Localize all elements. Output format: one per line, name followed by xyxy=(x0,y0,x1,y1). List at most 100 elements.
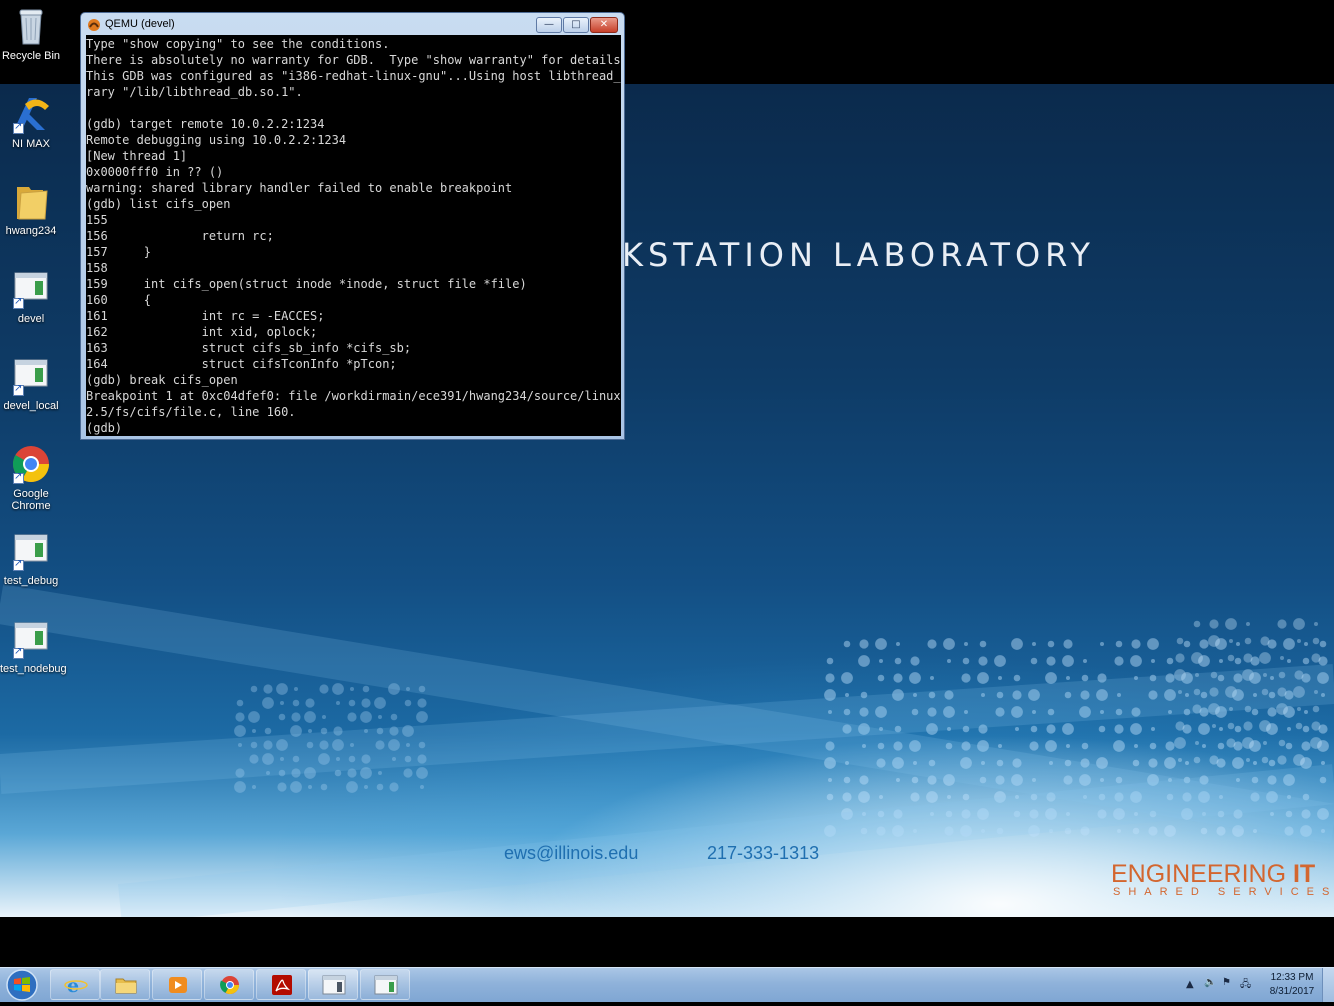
wallpaper-dot xyxy=(1234,657,1242,665)
wallpaper-dot xyxy=(361,698,371,708)
wallpaper-dot xyxy=(1297,707,1301,711)
desktop-icon-ni-max[interactable]: NI MAX xyxy=(0,94,62,150)
desktop-icon-recycle-bin[interactable]: Recycle Bin xyxy=(0,6,62,62)
wallpaper-dot xyxy=(1032,642,1036,646)
desktop-icon-devel[interactable]: devel xyxy=(0,269,62,325)
wallpaper-dot xyxy=(1277,619,1287,629)
wallpaper-dot xyxy=(845,693,849,697)
desktop-icon-google-chrome[interactable]: Google Chrome xyxy=(0,444,62,512)
taskbar-item-qemu-devel[interactable] xyxy=(308,969,358,1000)
wallpaper-dot xyxy=(1083,659,1087,663)
qemu-window[interactable]: QEMU (devel) — □ ✕ Type "show copying" t… xyxy=(80,12,625,440)
show-desktop-button[interactable] xyxy=(1322,968,1334,1002)
wallpaper-dot xyxy=(858,655,870,667)
minimize-button[interactable]: — xyxy=(536,17,562,33)
wallpaper-dot xyxy=(1013,674,1021,682)
wallpaper-dot xyxy=(264,727,272,735)
action-center-flag-icon[interactable]: ⚑ xyxy=(1222,977,1231,988)
desktop-icon-devel-local[interactable]: devel_local xyxy=(0,356,62,412)
terminal-line: Remote debugging using 10.0.2.2:1234 xyxy=(86,133,347,147)
wallpaper-dot xyxy=(1229,639,1233,643)
wallpaper-dot xyxy=(1132,827,1140,835)
terminal-line: 164 struct cifsTconInfo *pTcon; xyxy=(86,357,397,371)
terminal-line: rary "/lib/libthread_db.so.1". xyxy=(86,85,303,99)
desktop-icon-label: test_nodebug xyxy=(0,663,67,675)
wallpaper-dot xyxy=(1081,674,1089,682)
wallpaper-dot xyxy=(1046,656,1056,666)
wallpaper-dot xyxy=(294,687,298,691)
wallpaper-dot xyxy=(278,713,286,721)
taskbar-item-chrome[interactable] xyxy=(204,969,254,1000)
gdb-terminal[interactable]: Type "show copying" to see the condition… xyxy=(86,35,621,436)
taskbar-item-acrobat[interactable] xyxy=(256,969,306,1000)
wallpaper-dot xyxy=(290,781,302,793)
wallpaper-dot xyxy=(1165,741,1175,751)
wallpaper-dot xyxy=(364,785,368,789)
wallpaper-dot xyxy=(978,656,988,666)
wallpaper-dot xyxy=(1176,637,1184,645)
wallpaper-dot xyxy=(998,744,1002,748)
taskbar-item-media-player[interactable] xyxy=(152,969,202,1000)
wallpaper-dot xyxy=(896,642,900,646)
wallpaper-dot xyxy=(336,701,340,705)
wallpaper-dot xyxy=(859,639,869,649)
wallpaper-dot xyxy=(826,793,834,801)
close-button[interactable]: ✕ xyxy=(590,17,618,33)
terminal-line: 161 int rc = -EACCES; xyxy=(86,309,325,323)
desktop-icon-test-nodebug[interactable]: test_nodebug xyxy=(0,619,67,675)
wallpaper-dot xyxy=(319,684,329,694)
wallpaper-dot xyxy=(1148,826,1158,836)
wallpaper-dot xyxy=(927,639,937,649)
taskbar: e ▲ 🔈 ⚑ 🖧 12:33 PM 8/31/2017 xyxy=(0,967,1334,1002)
acrobat-icon xyxy=(272,975,292,995)
start-button[interactable] xyxy=(4,968,40,1002)
wallpaper-dot xyxy=(378,715,382,719)
wallpaper-dot xyxy=(1178,758,1182,762)
wallpaper-dot xyxy=(1304,710,1308,714)
folder-icon xyxy=(11,181,51,221)
wallpaper-dot xyxy=(877,674,885,682)
windows-orb-icon xyxy=(6,969,38,1001)
taskbar-clock[interactable]: 12:33 PM 8/31/2017 xyxy=(1262,971,1322,999)
wallpaper-dot xyxy=(1209,619,1219,629)
wallpaper-dot xyxy=(1217,742,1225,750)
show-hidden-icons-icon[interactable]: ▲ xyxy=(1186,979,1194,990)
network-icon[interactable]: 🖧 xyxy=(1240,977,1251,994)
wallpaper-dot xyxy=(346,781,358,793)
wallpaper-dot xyxy=(1029,741,1039,751)
wallpaper-dot xyxy=(1227,722,1235,730)
wallpaper-dot xyxy=(930,676,934,680)
desktop-icon-hwang234[interactable]: hwang234 xyxy=(0,181,62,237)
taskbar-item-internet-explorer[interactable]: e xyxy=(50,969,100,1000)
taskbar-item-file-explorer[interactable] xyxy=(100,969,150,1000)
wallpaper-dot xyxy=(235,712,245,722)
wallpaper-dot xyxy=(1293,618,1305,630)
wallpaper-dot xyxy=(1164,825,1176,837)
wallpaper-email: ews@illinois.edu xyxy=(504,843,639,863)
desktop-icon-test-debug[interactable]: test_debug xyxy=(0,531,62,587)
wallpaper-dot xyxy=(389,782,399,792)
wallpaper-dot xyxy=(1166,657,1174,665)
wallpaper-dot xyxy=(1259,720,1271,732)
shortcut-arrow-icon xyxy=(13,121,24,134)
logo-subtitle: SHARED SERVICES xyxy=(1113,886,1334,898)
wallpaper-heading: KSTATION LABORATORY xyxy=(622,236,1095,274)
wallpaper-dot xyxy=(1066,676,1070,680)
wallpaper-dot xyxy=(1312,637,1320,645)
volume-icon[interactable]: 🔈 xyxy=(1204,977,1216,988)
wallpaper-dot xyxy=(1301,741,1311,751)
wallpaper-dot xyxy=(305,698,315,708)
qemu-app-icon xyxy=(87,17,101,31)
maximize-button[interactable]: □ xyxy=(563,17,589,33)
desktop-icon-label: devel_local xyxy=(3,400,59,412)
taskbar-item-qemu-window-2[interactable] xyxy=(360,969,410,1000)
wallpaper-dot xyxy=(1285,742,1293,750)
window-title-bar[interactable]: QEMU (devel) — □ ✕ xyxy=(81,13,624,35)
terminal-line: warning: shared library handler failed t… xyxy=(86,181,513,195)
wallpaper-dot xyxy=(858,791,870,803)
wallpaper-dot xyxy=(1015,727,1019,731)
wallpaper-dot xyxy=(1030,657,1038,665)
wallpaper-dot xyxy=(910,656,920,666)
wallpaper-dot xyxy=(943,638,955,650)
wallpaper-dot xyxy=(1314,622,1318,626)
